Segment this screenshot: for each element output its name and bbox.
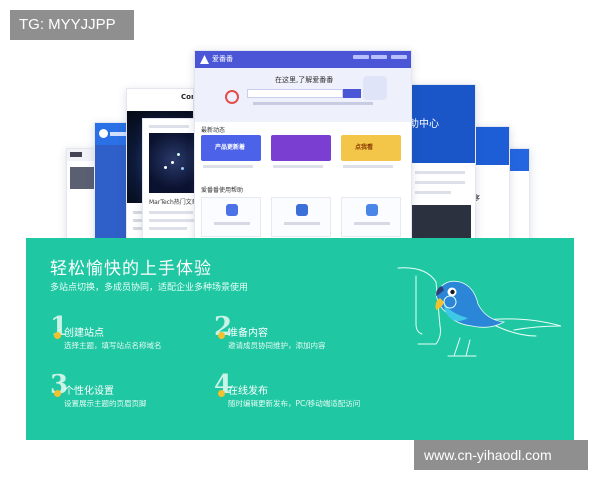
banner-yellow: 点我看 <box>341 135 401 161</box>
space-image <box>149 133 199 193</box>
main-hero: 在这里,了解爱番番 <box>195 68 411 122</box>
mockup-blue-app <box>94 122 130 240</box>
main-brand: 爱番番 <box>212 55 233 63</box>
step-desc: 邀请成员协同维护，添加内容 <box>228 341 326 350</box>
panel-title: 轻松愉快的上手体验 <box>50 259 212 279</box>
step-dot-icon <box>54 390 61 397</box>
banner-product-update: 产品更新着 <box>201 135 261 161</box>
panel-subtitle: 多站点切换，多成员协同，适配企业多种场景使用 <box>50 283 249 293</box>
parrot-illustration <box>397 267 562 357</box>
section-help: 爱番番使用帮助 <box>201 187 244 194</box>
watermark-tag: TG: MYYJJPP <box>10 10 134 40</box>
section-latest: 最新动态 <box>201 127 226 134</box>
help-tile <box>341 197 401 237</box>
mockup-help-center: 助中心 <box>408 84 476 240</box>
step-name: 在线发布 <box>228 386 268 397</box>
mockup-right-blue: 序 <box>470 126 510 240</box>
app-logo-icon <box>99 129 108 138</box>
step-desc: 设置展示主题的页眉页脚 <box>64 399 147 408</box>
hero-search-button <box>343 89 361 98</box>
convert-card-text: Conv <box>181 93 193 101</box>
step-desc: 选择主题，填写站点名称域名 <box>64 341 162 350</box>
step-name: 准备内容 <box>228 328 268 339</box>
help-tile <box>271 197 331 237</box>
mockup-main-portal: 爱番番 在这里,了解爱番番 最新动态 产品更新着 点我看 爱番番使用帮助 <box>194 50 412 240</box>
step-desc: 随时编辑更新发布，PC/移动端适配访问 <box>228 399 361 408</box>
onboarding-feature-panel: 轻松愉快的上手体验 多站点切换，多成员协同，适配企业多种场景使用 1 创建站点 … <box>26 238 574 440</box>
main-nav-bar: 爱番番 <box>195 51 411 68</box>
step-name: 创建站点 <box>64 328 104 339</box>
step-dot-icon <box>218 390 225 397</box>
dark-footer-image <box>411 205 471 240</box>
help-tile <box>201 197 261 237</box>
banner-purple <box>271 135 331 161</box>
brand-logo-icon <box>200 55 209 64</box>
step-dot-icon <box>218 332 225 339</box>
bell-icon <box>225 90 239 104</box>
help-center-title: 助中心 <box>409 119 439 130</box>
hero-illustration <box>363 76 387 100</box>
step-name: 个性化设置 <box>64 386 114 397</box>
list-card-title: MarTech热门文章 <box>149 199 198 206</box>
step-dot-icon <box>54 332 61 339</box>
hero-search-input <box>247 89 343 98</box>
watermark-url: www.cn-yihaodl.com <box>414 440 588 470</box>
hero-title: 在这里,了解爱番番 <box>275 76 334 84</box>
